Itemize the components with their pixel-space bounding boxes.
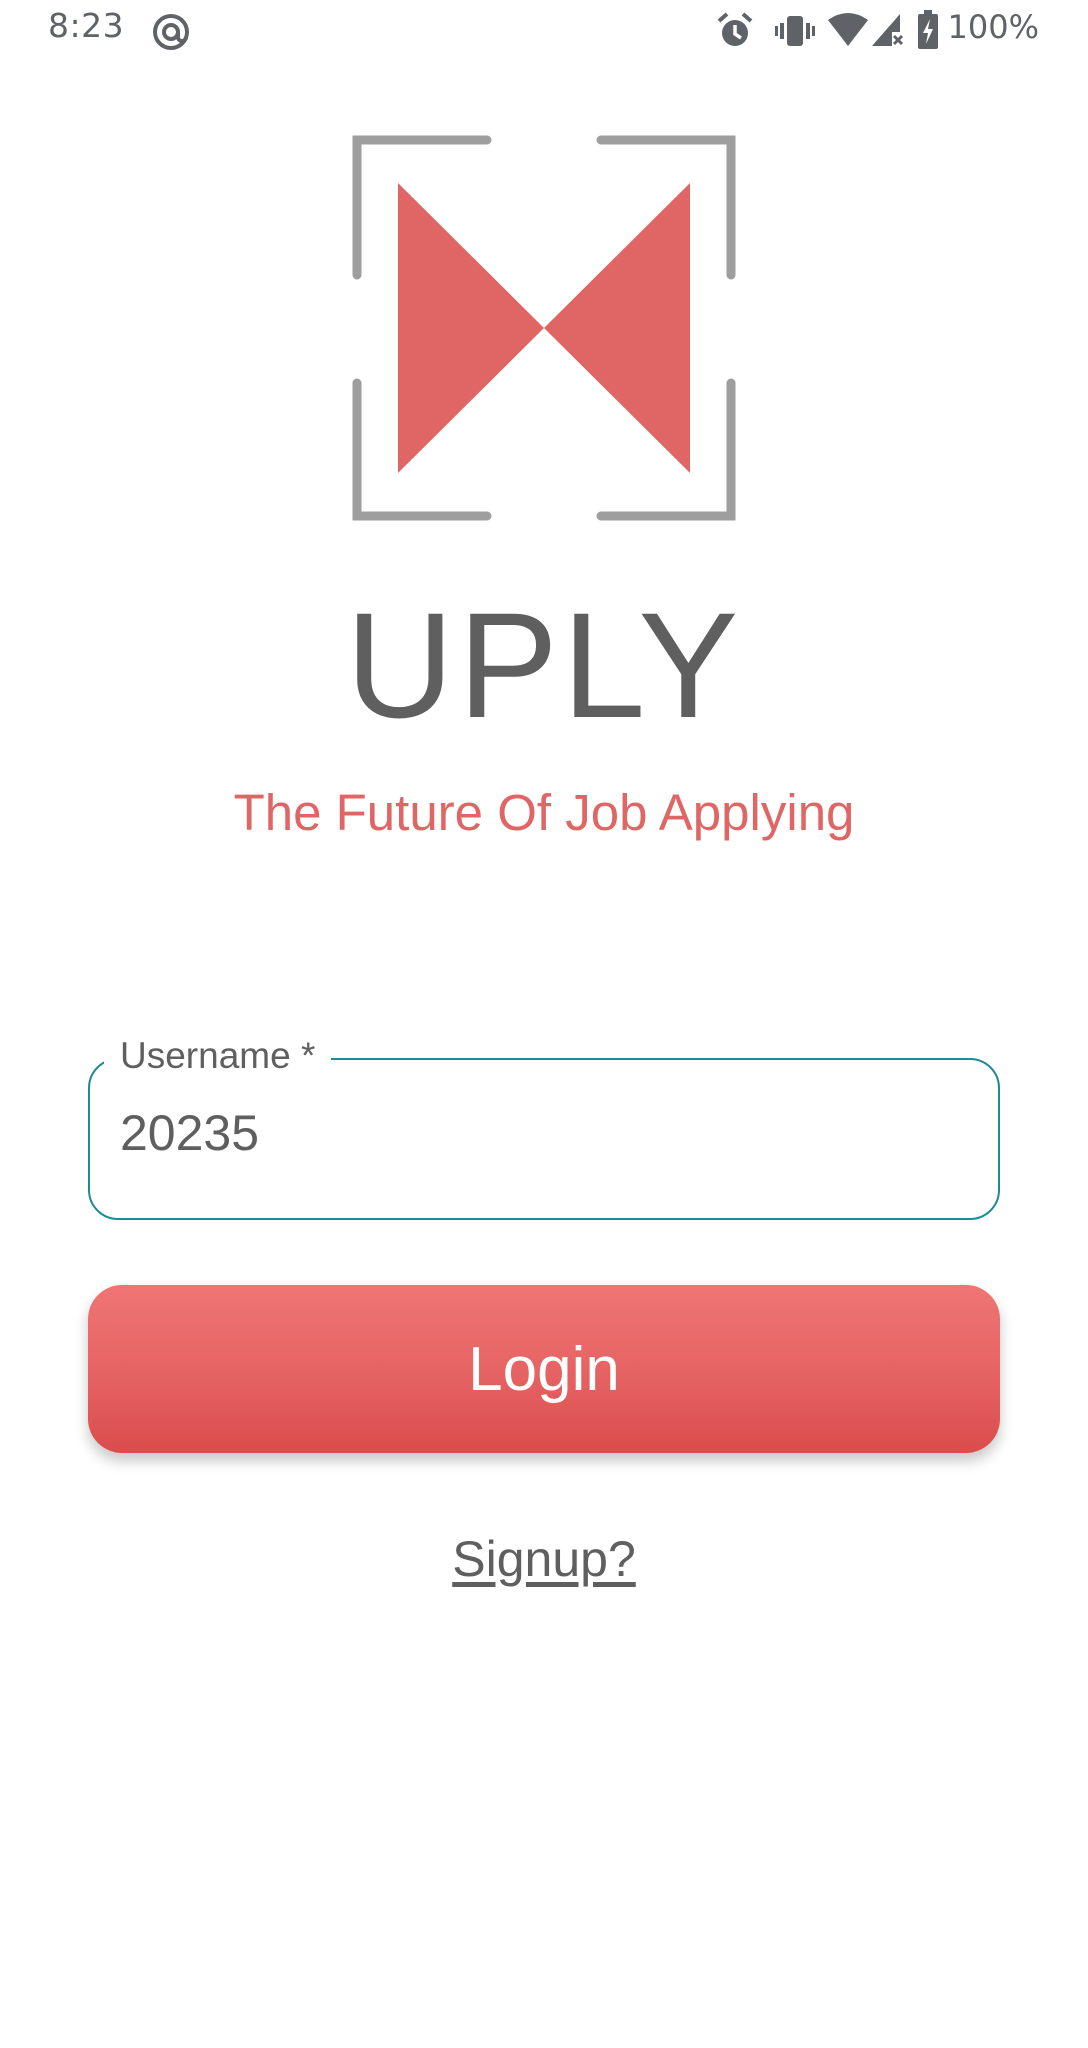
app-name: UPLY [345, 581, 743, 749]
signup-link[interactable]: Signup? [0, 1530, 1088, 1588]
status-bar: 8:23 100% [0, 0, 1088, 60]
username-label: Username * [120, 1035, 316, 1076]
bowtie-right-triangle [544, 183, 690, 473]
username-label-wrap: Username * [104, 1034, 332, 1078]
app-tagline: The Future Of Job Applying [233, 784, 855, 841]
bowtie-logo [352, 135, 736, 521]
battery-icon [918, 10, 938, 49]
wifi-icon [828, 13, 868, 46]
cell-signal-icon [872, 14, 904, 46]
at-sign-icon [153, 14, 189, 50]
status-time: 8:23 [48, 6, 125, 45]
alarm-icon [717, 12, 753, 46]
battery-percentage: 100% [947, 8, 1039, 46]
username-input[interactable] [120, 1104, 960, 1162]
login-button[interactable]: Login [88, 1285, 1000, 1453]
login-button-label: Login [468, 1334, 620, 1404]
username-field[interactable]: Username * [88, 1034, 1000, 1220]
vibrate-icon [775, 16, 815, 46]
bowtie-left-triangle [398, 183, 544, 473]
